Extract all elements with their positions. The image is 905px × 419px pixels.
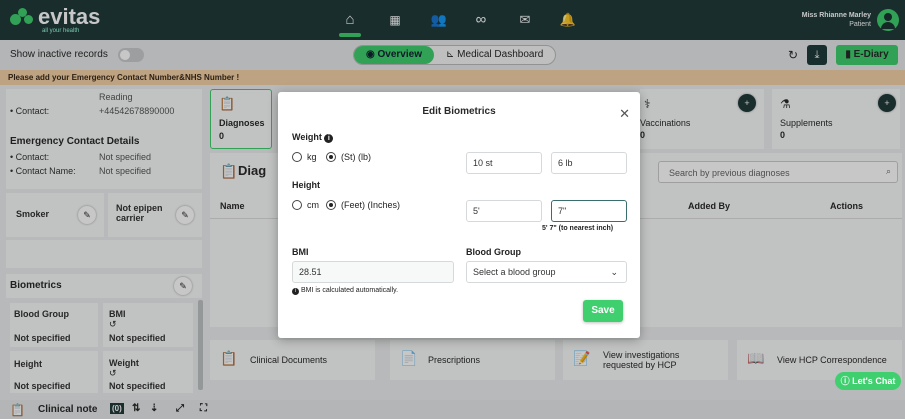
blood-group-placeholder: Select a blood group bbox=[473, 267, 556, 277]
stone-pounds-label: (St) (lb) bbox=[341, 152, 371, 162]
feet-inches-radio[interactable] bbox=[326, 200, 336, 210]
weight-stone-input[interactable]: 10 st bbox=[466, 152, 542, 174]
feet-inches-label: (Feet) (Inches) bbox=[341, 200, 401, 210]
height-feet-input[interactable]: 5' bbox=[466, 200, 542, 222]
blood-group-label: Blood Group bbox=[466, 247, 521, 257]
info-icon: i bbox=[324, 134, 334, 143]
chevron-down-icon: ⌄ bbox=[610, 267, 618, 277]
weight-section-label: Weight i bbox=[292, 132, 334, 143]
kg-radio[interactable] bbox=[292, 152, 302, 162]
modal-title: Edit Biometrics bbox=[422, 106, 496, 117]
height-hint: 5' 7" (to nearest inch) bbox=[542, 225, 614, 232]
close-icon[interactable]: ✕ bbox=[619, 106, 630, 122]
cm-label: cm bbox=[307, 200, 319, 210]
help-icon: ⓘ bbox=[840, 376, 853, 386]
bmi-field: 28.51 bbox=[292, 261, 454, 283]
height-inches-input[interactable]: 7" bbox=[551, 200, 627, 222]
bmi-note: i BMI is calculated automatically. bbox=[292, 287, 398, 295]
kg-label: kg bbox=[307, 152, 317, 162]
cm-radio[interactable] bbox=[292, 200, 302, 210]
edit-biometrics-modal: Edit Biometrics ✕ Weight i kg (St) (lb) … bbox=[278, 92, 640, 338]
save-button[interactable]: Save bbox=[583, 300, 623, 322]
blood-group-select[interactable]: Select a blood group ⌄ bbox=[466, 261, 627, 283]
lets-chat-button[interactable]: ⓘ Let's Chat bbox=[835, 372, 901, 390]
stone-pounds-radio[interactable] bbox=[326, 152, 336, 162]
bmi-label: BMI bbox=[292, 247, 309, 257]
lets-chat-label: Let's Chat bbox=[852, 376, 896, 386]
info-icon: i bbox=[292, 288, 299, 295]
height-section-label: Height bbox=[292, 180, 320, 190]
weight-pounds-input[interactable]: 6 lb bbox=[551, 152, 627, 174]
